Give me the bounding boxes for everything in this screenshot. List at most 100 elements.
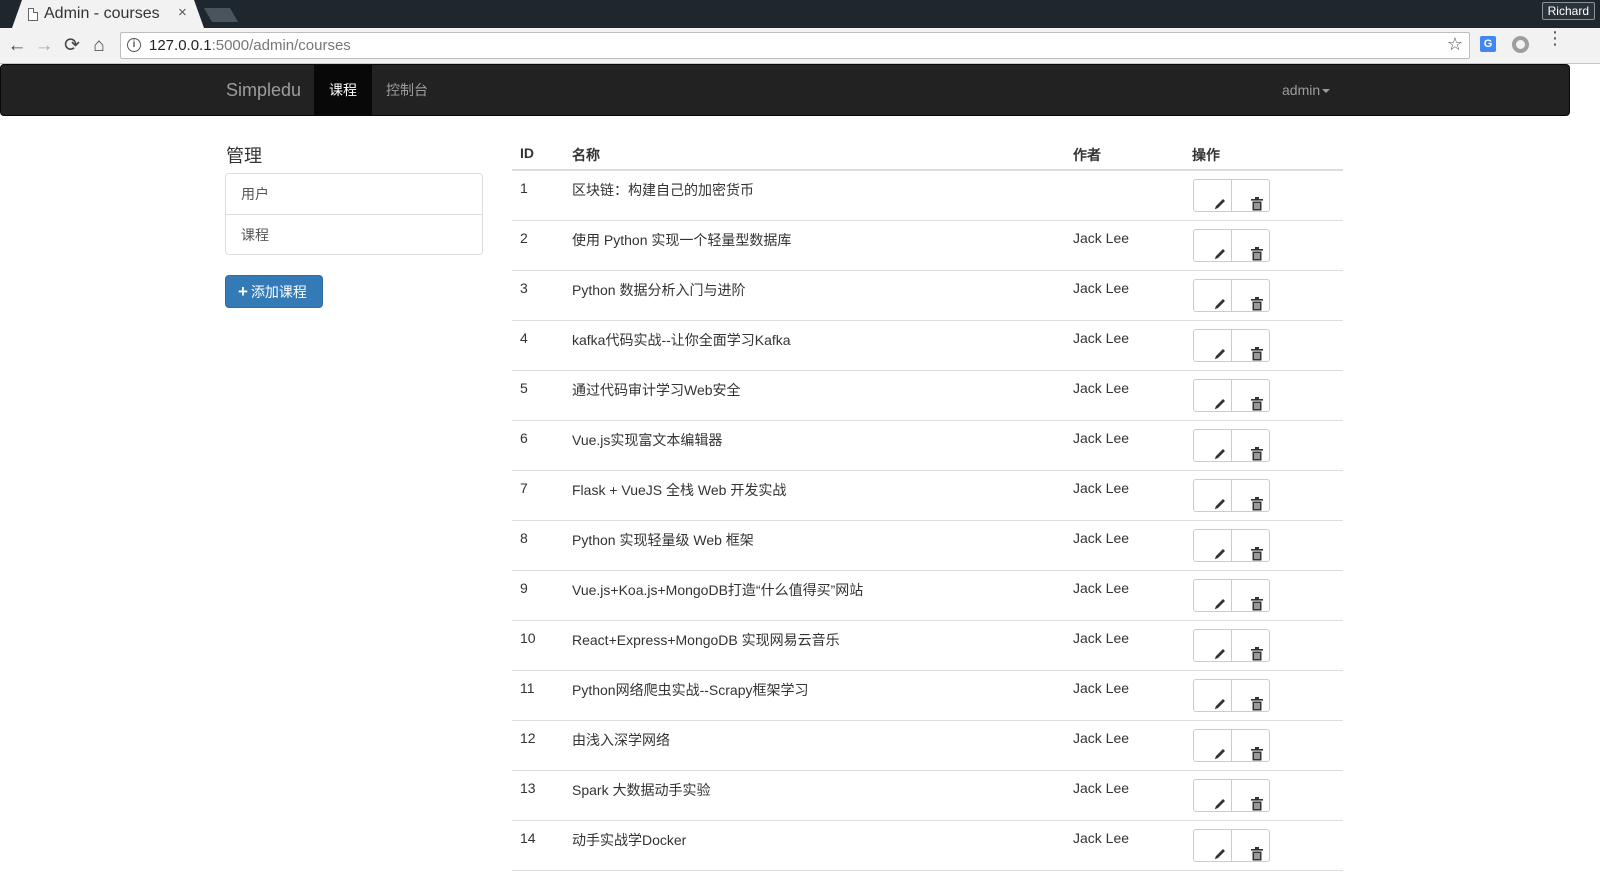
browser-tab-active[interactable]: Admin - courses × [12, 0, 204, 28]
cell-id: 6 [520, 430, 528, 446]
sidebar-item-users[interactable]: 用户 [226, 174, 482, 214]
nav-link-console[interactable]: 控制台 [371, 65, 443, 115]
edit-button[interactable] [1193, 779, 1232, 812]
edit-button[interactable] [1193, 229, 1232, 262]
site-info-icon[interactable]: i [127, 38, 141, 52]
delete-button[interactable] [1232, 429, 1270, 462]
sidebar-item-courses[interactable]: 课程 [226, 214, 482, 254]
cell-author: Jack Lee [1073, 730, 1130, 746]
pencil-icon [1213, 838, 1227, 864]
translate-extension-icon[interactable]: G [1480, 36, 1496, 52]
cell-author: Jack Lee [1073, 780, 1130, 796]
trash-icon [1250, 838, 1263, 864]
delete-button[interactable] [1232, 479, 1270, 512]
table-row: 13 Spark 大数据动手实验 Jack Lee [512, 771, 1343, 821]
edit-button[interactable] [1193, 479, 1232, 512]
row-actions [1193, 329, 1270, 362]
user-menu-dropdown[interactable]: admin [1267, 65, 1345, 115]
table-row: 1 区块链：构建自己的加密货币 [512, 171, 1343, 221]
delete-button[interactable] [1232, 179, 1270, 212]
bookmark-star-icon[interactable]: ☆ [1447, 34, 1463, 55]
pencil-icon [1213, 738, 1227, 764]
cell-id: 14 [520, 830, 536, 846]
cell-author: Jack Lee [1073, 280, 1130, 296]
trash-icon [1250, 638, 1263, 664]
row-actions [1193, 229, 1270, 262]
row-actions [1193, 429, 1270, 462]
cell-author: Jack Lee [1073, 230, 1130, 246]
edit-button[interactable] [1193, 829, 1232, 862]
delete-button[interactable] [1232, 629, 1270, 662]
home-icon[interactable]: ⌂ [88, 34, 110, 58]
trash-icon [1250, 688, 1263, 714]
edit-button[interactable] [1193, 329, 1232, 362]
cell-author: Jack Lee [1073, 680, 1130, 696]
trash-icon [1250, 588, 1263, 614]
table-row: 10 React+Express+MongoDB 实现网易云音乐 Jack Lee [512, 621, 1343, 671]
edit-button[interactable] [1193, 179, 1232, 212]
trash-icon [1250, 438, 1263, 464]
back-icon[interactable]: ← [6, 34, 28, 58]
cell-name: 使用 Python 实现一个轻量型数据库 [572, 232, 792, 248]
address-bar[interactable]: i 127.0.0.1:5000/admin/courses ☆ [120, 32, 1470, 59]
delete-button[interactable] [1232, 779, 1270, 812]
edit-button[interactable] [1193, 529, 1232, 562]
trash-icon [1250, 188, 1263, 214]
nav-link-courses[interactable]: 课程 [314, 65, 372, 115]
delete-button[interactable] [1232, 679, 1270, 712]
delete-button[interactable] [1232, 279, 1270, 312]
delete-button[interactable] [1232, 729, 1270, 762]
pencil-icon [1213, 188, 1227, 214]
edit-button[interactable] [1193, 379, 1232, 412]
pencil-icon [1213, 488, 1227, 514]
cell-name: Spark 大数据动手实验 [572, 782, 711, 798]
url-text[interactable]: 127.0.0.1:5000/admin/courses [149, 37, 351, 54]
row-actions [1193, 479, 1270, 512]
profile-button[interactable]: Richard [1541, 2, 1595, 20]
delete-button[interactable] [1232, 329, 1270, 362]
reload-icon[interactable]: ⟳ [61, 34, 83, 58]
cell-name: Vue.js+Koa.js+MongoDB打造“什么值得买”网站 [572, 582, 864, 598]
courses-table: ID 名称 作者 操作 1 区块链：构建自己的加密货币 2 使用 Python 实现一… [512, 136, 1343, 871]
cell-name: Python 数据分析入门与进阶 [572, 282, 746, 298]
row-actions [1193, 679, 1270, 712]
cell-id: 7 [520, 480, 528, 496]
trash-icon [1250, 488, 1263, 514]
edit-button[interactable] [1193, 629, 1232, 662]
new-tab-button[interactable] [204, 8, 238, 22]
tab-title: Admin - courses [44, 5, 160, 22]
edit-button[interactable] [1193, 729, 1232, 762]
table-header: ID 名称 作者 操作 [512, 136, 1343, 171]
row-actions [1193, 379, 1270, 412]
edit-button[interactable] [1193, 579, 1232, 612]
forward-icon[interactable]: → [33, 34, 55, 58]
delete-button[interactable] [1232, 829, 1270, 862]
edit-button[interactable] [1193, 679, 1232, 712]
edit-button[interactable] [1193, 429, 1232, 462]
delete-button[interactable] [1232, 579, 1270, 612]
table-row: 7 Flask + VueJS 全栈 Web 开发实战 Jack Lee [512, 471, 1343, 521]
extension-circle-icon[interactable] [1512, 36, 1529, 53]
pencil-icon [1213, 638, 1227, 664]
table-row: 8 Python 实现轻量级 Web 框架 Jack Lee [512, 521, 1343, 571]
cell-author: Jack Lee [1073, 630, 1130, 646]
delete-button[interactable] [1232, 229, 1270, 262]
navbar-brand[interactable]: Simpledu [226, 80, 301, 101]
pencil-icon [1213, 438, 1227, 464]
pencil-icon [1213, 238, 1227, 264]
row-actions [1193, 179, 1270, 212]
pencil-icon [1213, 688, 1227, 714]
tab-close-icon[interactable]: × [178, 4, 187, 21]
cell-id: 4 [520, 330, 528, 346]
header-operations: 操作 [1192, 147, 1220, 163]
delete-button[interactable] [1232, 379, 1270, 412]
add-course-button[interactable]: + 添加课程 [225, 275, 323, 308]
row-actions [1193, 529, 1270, 562]
table-row: 5 通过代码审计学习Web安全 Jack Lee [512, 371, 1343, 421]
edit-button[interactable] [1193, 279, 1232, 312]
delete-button[interactable] [1232, 529, 1270, 562]
cell-id: 1 [520, 180, 528, 196]
browser-menu-icon[interactable]: ⋮ [1546, 29, 1564, 47]
trash-icon [1250, 288, 1263, 314]
cell-id: 13 [520, 780, 536, 796]
